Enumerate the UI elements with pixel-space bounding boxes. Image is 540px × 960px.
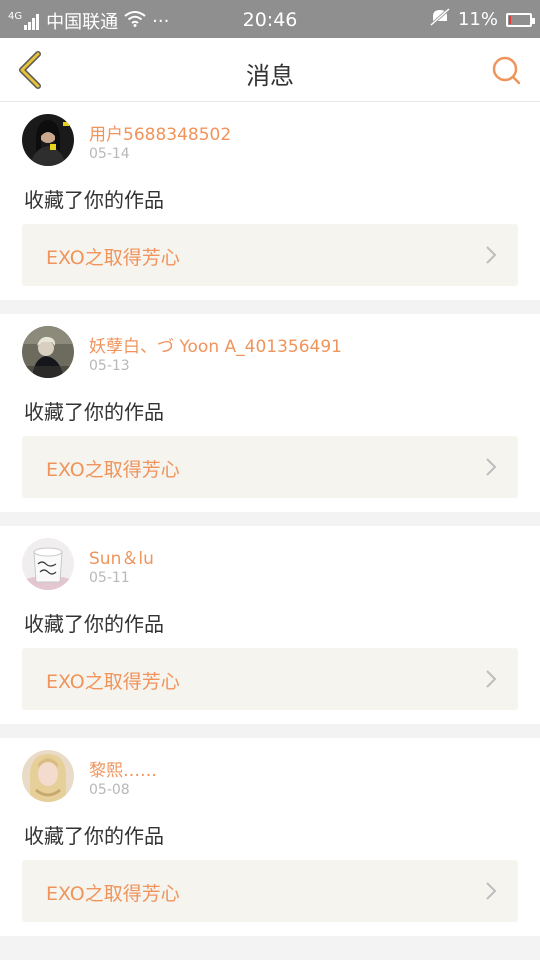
work-title: EXO之取得芳心 <box>46 459 180 481</box>
username[interactable]: 黎熙…… <box>89 756 157 781</box>
chevron-right-icon <box>486 670 497 688</box>
action-text: 收藏了你的作品 <box>24 612 164 636</box>
work-link[interactable]: EXO之取得芳心 <box>22 648 518 710</box>
message-list: 用户5688348502 05-14 收藏了你的作品 EXO之取得芳心 妖孽白、… <box>0 102 540 950</box>
action-text: 收藏了你的作品 <box>24 188 164 212</box>
chevron-right-icon <box>486 246 497 264</box>
message-date: 05-13 <box>89 358 130 374</box>
message-item: 用户5688348502 05-14 收藏了你的作品 EXO之取得芳心 <box>0 102 540 300</box>
username[interactable]: 用户5688348502 <box>89 120 231 145</box>
work-title: EXO之取得芳心 <box>46 883 180 905</box>
search-button[interactable] <box>488 52 524 88</box>
status-bar-right: 11% <box>429 7 535 31</box>
work-title: EXO之取得芳心 <box>46 247 180 269</box>
avatar[interactable] <box>22 750 74 802</box>
page-title: 消息 <box>246 62 294 90</box>
action-text: 收藏了你的作品 <box>24 824 164 848</box>
username[interactable]: Sun＆lu <box>89 544 154 569</box>
work-link[interactable]: EXO之取得芳心 <box>22 436 518 498</box>
battery-icon <box>506 12 535 27</box>
work-link[interactable]: EXO之取得芳心 <box>22 224 518 286</box>
mute-icon <box>429 7 450 31</box>
message-item: 黎熙…… 05-08 收藏了你的作品 EXO之取得芳心 <box>0 738 540 936</box>
status-bar: 4G 中国联通 ··· 20:46 11% <box>0 0 540 38</box>
avatar[interactable] <box>22 326 74 378</box>
username[interactable]: 妖孽白、づ Yoon A_401356491 <box>89 332 342 357</box>
avatar[interactable] <box>22 538 74 590</box>
action-text: 收藏了你的作品 <box>24 400 164 424</box>
message-date: 05-11 <box>89 570 130 586</box>
avatar[interactable] <box>22 114 74 166</box>
chevron-right-icon <box>486 882 497 900</box>
chevron-right-icon <box>486 458 497 476</box>
battery-level <box>509 15 511 24</box>
search-icon <box>492 56 521 85</box>
message-item: 妖孽白、づ Yoon A_401356491 05-13 收藏了你的作品 EXO… <box>0 314 540 512</box>
message-date: 05-14 <box>89 146 130 162</box>
message-item: Sun＆lu 05-11 收藏了你的作品 EXO之取得芳心 <box>0 526 540 724</box>
nav-bar: 消息 <box>0 38 540 102</box>
work-title: EXO之取得芳心 <box>46 671 180 693</box>
message-date: 05-08 <box>89 782 130 798</box>
work-link[interactable]: EXO之取得芳心 <box>22 860 518 922</box>
battery-percent: 11% <box>457 9 498 30</box>
